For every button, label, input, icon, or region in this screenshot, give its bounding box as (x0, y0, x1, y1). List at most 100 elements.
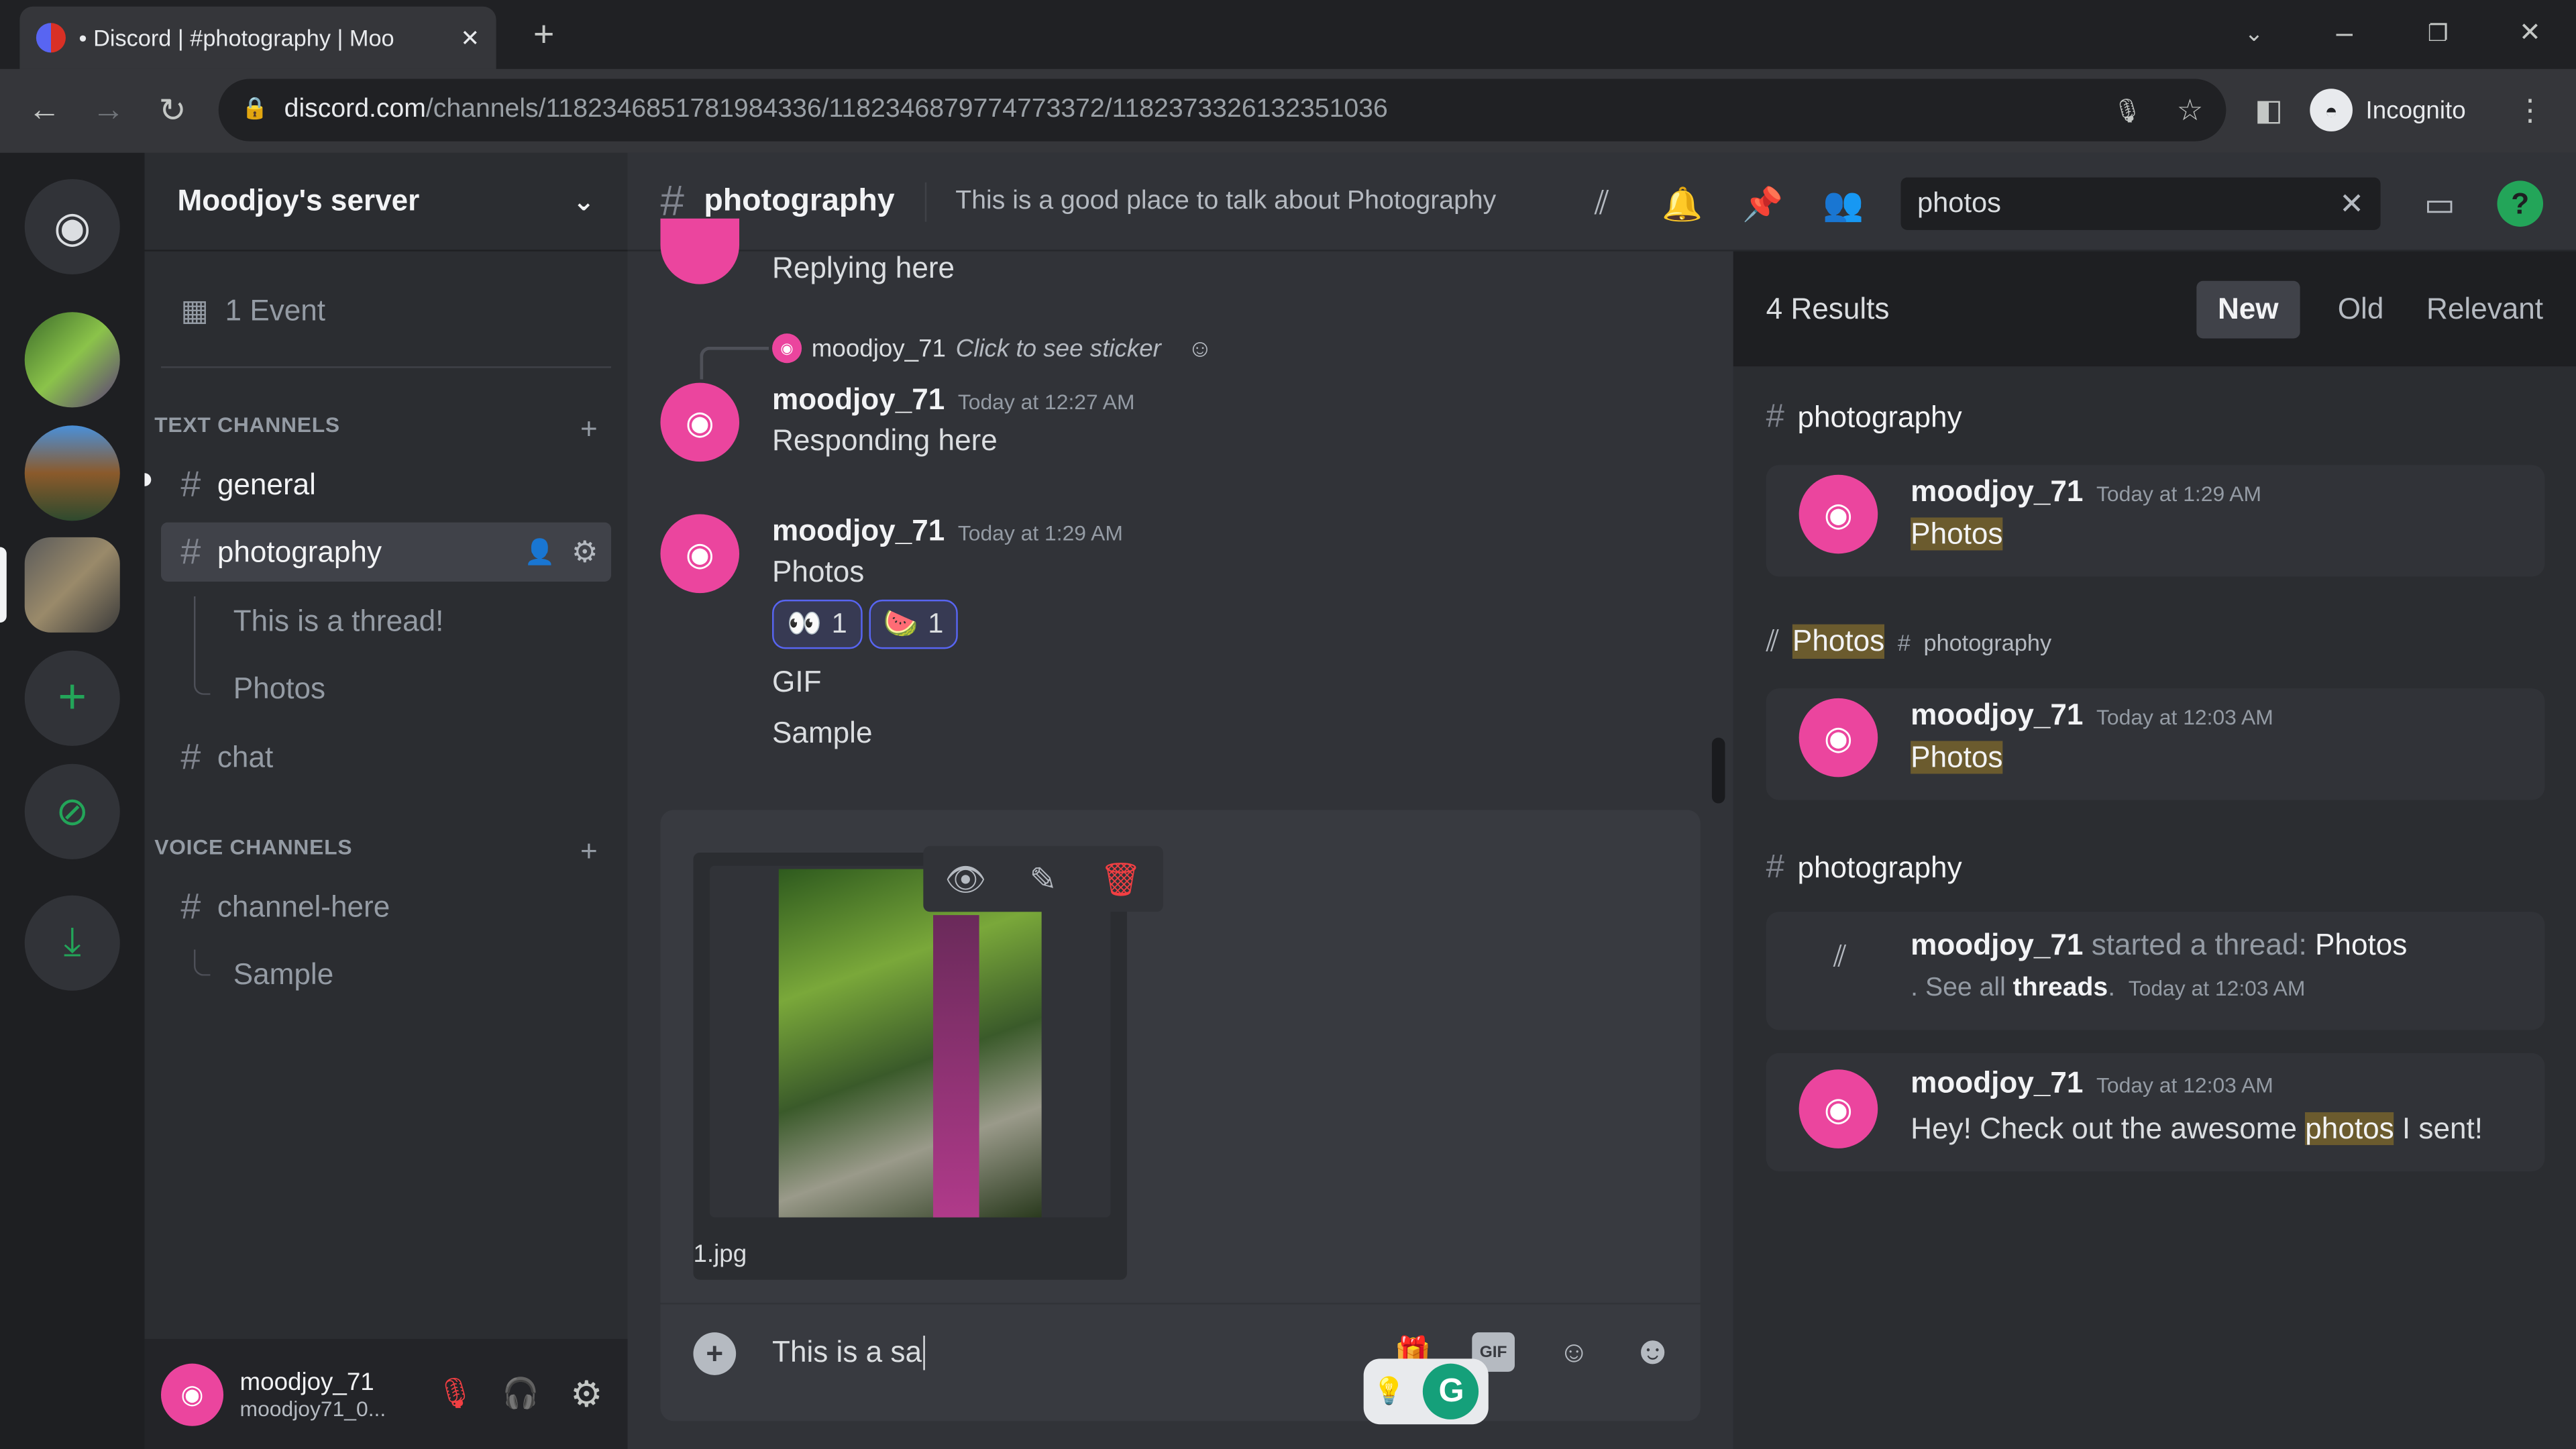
channel-channel-here[interactable]: # channel-here (161, 877, 611, 936)
reply-preview[interactable]: ◉ moodjoy_71 Click to see sticker ☺ (772, 333, 1213, 364)
upload-plus-icon[interactable]: + (693, 1332, 737, 1375)
thread-spine (193, 596, 211, 695)
menu-icon[interactable]: ⋮ (2514, 92, 2546, 128)
attachment-preview[interactable] (709, 865, 1111, 1218)
message-author[interactable]: moodjoy_71 (772, 515, 945, 547)
search-result[interactable]: ⫽ moodjoy_71 started a thread: Photos . … (1766, 912, 2545, 1030)
user-info[interactable]: moodjoy_71 moodjoy71_0... (240, 1368, 415, 1420)
threads-icon[interactable]: ⫽ (1577, 180, 1626, 227)
channel-chat[interactable]: # chat (161, 728, 611, 787)
avatar[interactable] (660, 218, 740, 284)
channel-photography[interactable]: # photography 👤 ⚙ (161, 522, 612, 582)
eyes-emoji-icon: 👀 (787, 608, 822, 639)
reload-icon[interactable]: ↻ (151, 89, 194, 131)
address-bar[interactable]: 🔒 discord.com/channels/11823468517819843… (218, 78, 2226, 142)
category-voice-channels[interactable]: VOICE CHANNELS + (154, 835, 598, 869)
message-input[interactable]: This is a sa (772, 1336, 925, 1371)
message-text: Responding here (772, 423, 998, 457)
reaction-watermelon[interactable]: 🍉 1 (868, 599, 959, 649)
sort-old-tab[interactable]: Old (2316, 280, 2405, 338)
add-channel-icon[interactable]: + (580, 835, 598, 869)
category-label: VOICE CHANNELS (154, 835, 353, 859)
member-list-icon[interactable]: 👥 (1819, 180, 1868, 227)
clear-search-icon[interactable]: ✕ (2339, 186, 2364, 221)
grammarly-widget[interactable]: 💡 G (1363, 1358, 1489, 1425)
server-icon-moodjoy[interactable] (24, 537, 120, 633)
server-header[interactable]: Moodjoy's server ⌄ (144, 153, 628, 252)
pin-icon[interactable]: 📌 (1738, 180, 1787, 227)
notification-bell-icon[interactable]: 🔔 (1658, 180, 1707, 227)
delete-trash-icon[interactable]: 🗑 (1100, 859, 1142, 900)
mic-blocked-icon[interactable]: 🎙 (2110, 92, 2146, 128)
invite-icon[interactable]: 👤 (525, 537, 555, 567)
thread-photos[interactable]: Photos (161, 659, 611, 718)
reply-text: Click to see sticker (955, 334, 1161, 363)
help-icon[interactable]: ? (2497, 180, 2544, 227)
highlighted-match: photos (2305, 1112, 2394, 1145)
scrollbar[interactable] (1711, 737, 1725, 804)
explore-servers-icon[interactable]: ⊘ (24, 763, 120, 859)
thread-this-is-a-thread[interactable]: This is a thread! (161, 592, 611, 651)
server-icon-2[interactable] (24, 425, 120, 521)
avatar[interactable]: ◉ (161, 1362, 224, 1426)
hash-icon: # (1766, 849, 1784, 886)
incognito-icon: ◓ (2310, 89, 2353, 131)
user-tag: moodjoy71_0... (239, 1395, 386, 1421)
avatar[interactable]: ◉ (660, 514, 740, 594)
user-settings-icon[interactable]: ⚙ (562, 1373, 611, 1415)
message: moodjoy_71 Today at 1:29 AM Photos 👀 1 🍉 1 G… (772, 515, 1123, 751)
highlighted-match: Photos (1911, 517, 2003, 551)
channel-general[interactable]: # general (161, 455, 611, 514)
events-button[interactable]: ▦ 1 Event (161, 281, 611, 340)
thread-sample[interactable]: Sample (161, 945, 611, 1004)
inbox-icon[interactable]: ▭ (2415, 180, 2464, 227)
category-text-channels[interactable]: TEXT CHANNELS + (154, 413, 598, 447)
sort-relevant-tab[interactable]: Relevant (2405, 280, 2543, 338)
minimize-icon[interactable]: – (2324, 13, 2364, 53)
direct-messages-button[interactable]: ◉ (24, 178, 120, 274)
reaction-eyes[interactable]: 👀 1 (772, 599, 862, 649)
channel-topic[interactable]: This is a good place to talk about Photo… (955, 186, 1496, 216)
edit-pencil-icon[interactable]: ✎ (1030, 859, 1057, 900)
sticker-icon[interactable]: ☺ (1551, 1329, 1597, 1375)
incognito-button[interactable]: ◓ Incognito (2310, 85, 2493, 134)
result-time: Today at 12:03 AM (2096, 704, 2273, 730)
close-window-icon[interactable]: ✕ (2510, 13, 2550, 53)
thread-link[interactable]: Photos (2315, 928, 2407, 961)
add-channel-icon[interactable]: + (580, 413, 598, 447)
back-icon[interactable]: ← (23, 89, 66, 131)
bookmark-star-icon[interactable]: ☆ (2172, 92, 2208, 128)
channel-sidebar: Moodjoy's server ⌄ ▦ 1 Event TEXT CHANNEL… (144, 152, 628, 1449)
avatar: ◉ (1799, 698, 1878, 777)
server-icon-1[interactable] (24, 312, 120, 408)
side-panel-icon[interactable]: ◧ (2251, 92, 2287, 128)
result-group-channel[interactable]: # photography (1766, 849, 1962, 887)
search-result[interactable]: ◉ moodjoy_71 Today at 12:03 AM Hey! Check… (1766, 1053, 2545, 1172)
forward-icon[interactable]: → (87, 89, 130, 131)
hash-icon: # (180, 885, 201, 927)
result-group-thread[interactable]: ⫽ Photos # photography (1766, 624, 2051, 659)
spoiler-eye-icon[interactable]: 👁 (945, 859, 986, 900)
reply-author: moodjoy_71 (811, 334, 946, 363)
search-result[interactable]: ◉ moodjoy_71 Today at 12:03 AM Photos (1766, 688, 2545, 800)
headphones-icon[interactable]: 🎧 (496, 1377, 545, 1411)
sort-new-tab[interactable]: New (2196, 280, 2300, 338)
search-input[interactable]: photos ✕ (1900, 177, 2381, 230)
message-text: Photos (772, 555, 865, 588)
search-result[interactable]: ◉ moodjoy_71 Today at 1:29 AM Photos (1766, 465, 2545, 577)
gear-icon[interactable]: ⚙ (572, 535, 598, 569)
close-tab-icon[interactable]: ✕ (460, 24, 480, 52)
add-server-button[interactable]: + (24, 650, 120, 746)
message-author[interactable]: moodjoy_71 (772, 383, 945, 416)
restore-icon[interactable]: ❐ (2418, 13, 2458, 53)
emoji-icon[interactable]: ☻ (1629, 1329, 1676, 1375)
result-group-channel[interactable]: # photography (1766, 399, 1962, 437)
avatar[interactable]: ◉ (660, 382, 740, 462)
new-tab-icon[interactable]: + (523, 13, 566, 56)
system-text: . (2108, 974, 2116, 1002)
threads-link[interactable]: threads (2013, 974, 2108, 1002)
download-apps-icon[interactable]: ⤓ (24, 895, 120, 991)
mic-muted-icon[interactable]: 🎙 (431, 1377, 480, 1411)
tab-search-icon[interactable]: ⌄ (2235, 13, 2274, 53)
browser-tab[interactable]: • Discord | #photography | Moo ✕ (19, 6, 496, 69)
